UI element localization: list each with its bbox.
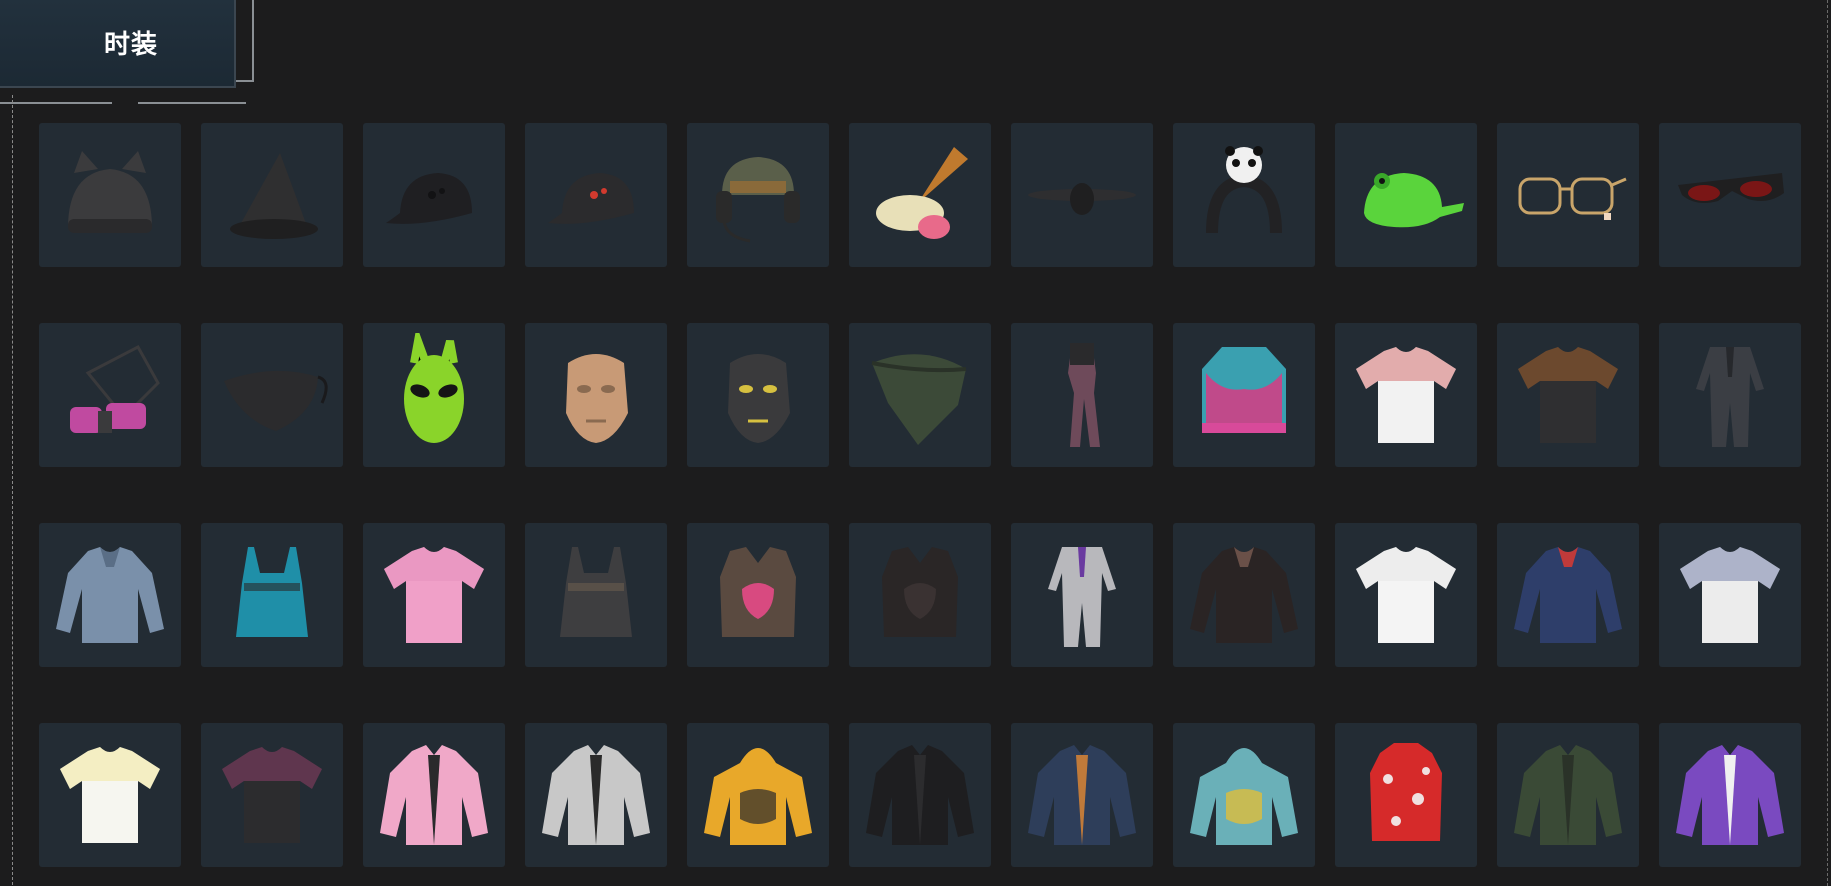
crash-test-mask-icon bbox=[728, 354, 790, 443]
title-side-line bbox=[252, 0, 254, 80]
item-tile[interactable] bbox=[1011, 123, 1153, 267]
item-tile[interactable] bbox=[849, 123, 991, 267]
black-tactical-vest-icon bbox=[882, 547, 958, 637]
item-tile[interactable] bbox=[1335, 523, 1477, 667]
title-tab[interactable]: 时装 bbox=[0, 0, 236, 88]
red-white-polo-icon bbox=[1356, 347, 1456, 443]
right-dashed-guide bbox=[1827, 0, 1828, 886]
panda-headband-icon bbox=[1206, 146, 1282, 234]
green-alien-mask-icon bbox=[404, 333, 464, 443]
black-baseball-cap-icon bbox=[548, 173, 634, 224]
item-tile[interactable] bbox=[1497, 523, 1639, 667]
item-tile[interactable] bbox=[1011, 323, 1153, 467]
item-tile[interactable] bbox=[363, 723, 505, 867]
gold-glasses-icon bbox=[1518, 177, 1627, 220]
item-tile[interactable] bbox=[1497, 723, 1639, 867]
item-grid bbox=[39, 123, 1801, 867]
cat-ear-beanie-icon bbox=[68, 151, 152, 233]
sunshine-tee-icon bbox=[1680, 547, 1780, 643]
item-tile[interactable] bbox=[1173, 323, 1315, 467]
item-tile[interactable] bbox=[201, 523, 343, 667]
item-tile[interactable] bbox=[687, 523, 829, 667]
denim-shirt-icon bbox=[56, 547, 164, 643]
yellow-hoodie-icon bbox=[704, 748, 812, 845]
navy-sweater-icon bbox=[1514, 547, 1622, 643]
item-tile[interactable] bbox=[525, 323, 667, 467]
ice-cream-cone-hat-icon bbox=[876, 147, 968, 239]
green-frog-cap-icon bbox=[1364, 173, 1464, 228]
item-tile[interactable] bbox=[687, 123, 829, 267]
item-tile[interactable] bbox=[1011, 523, 1153, 667]
yellow-raglan-tee-icon bbox=[60, 747, 160, 843]
item-tile[interactable] bbox=[849, 723, 991, 867]
fashion-page: 时装 bbox=[0, 0, 1831, 886]
item-tile[interactable] bbox=[363, 523, 505, 667]
item-tile[interactable] bbox=[1497, 323, 1639, 467]
item-tile[interactable] bbox=[201, 323, 343, 467]
title-side-tick bbox=[236, 80, 254, 82]
black-crop-tee-icon bbox=[222, 747, 322, 843]
item-tile[interactable] bbox=[849, 323, 991, 467]
patterned-suit-icon bbox=[1048, 547, 1116, 647]
dark-graphic-tee-icon bbox=[1518, 347, 1618, 443]
human-face-mask-icon bbox=[566, 354, 628, 443]
red-floral-vest-icon bbox=[1370, 743, 1442, 841]
bodysuit-icon bbox=[1068, 343, 1100, 447]
dark-propeller-hat-icon bbox=[1028, 183, 1136, 215]
denim-jacket-icon bbox=[1028, 745, 1136, 845]
item-tile[interactable] bbox=[1173, 123, 1315, 267]
item-tile[interactable] bbox=[687, 323, 829, 467]
heart-armor-vest-icon bbox=[720, 547, 796, 637]
item-tile[interactable] bbox=[39, 523, 181, 667]
green-bomber-jacket-icon bbox=[1514, 745, 1622, 845]
item-tile[interactable] bbox=[1173, 723, 1315, 867]
item-tile[interactable] bbox=[1335, 123, 1477, 267]
title-underline bbox=[0, 102, 112, 104]
purple-colorblock-jacket-icon bbox=[1676, 745, 1784, 845]
item-tile[interactable] bbox=[525, 523, 667, 667]
item-tile[interactable] bbox=[39, 723, 181, 867]
item-tile[interactable] bbox=[1335, 723, 1477, 867]
item-tile[interactable] bbox=[1173, 523, 1315, 667]
item-tile[interactable] bbox=[525, 123, 667, 267]
item-tile[interactable] bbox=[39, 123, 181, 267]
left-dashed-guide bbox=[12, 95, 13, 885]
item-tile[interactable] bbox=[201, 723, 343, 867]
item-tile[interactable] bbox=[1335, 323, 1477, 467]
item-tile[interactable] bbox=[201, 123, 343, 267]
title-underline-right bbox=[138, 102, 246, 104]
page-title: 时装 bbox=[103, 30, 158, 60]
black-jacket-icon bbox=[866, 745, 974, 845]
gas-mask-icon bbox=[70, 344, 160, 433]
pink-tee-icon bbox=[384, 547, 484, 643]
item-tile[interactable] bbox=[1497, 123, 1639, 267]
item-tile[interactable] bbox=[1659, 323, 1801, 467]
item-tile[interactable] bbox=[687, 723, 829, 867]
blue-lace-cami-icon bbox=[236, 547, 308, 637]
headset-helmet-icon bbox=[716, 157, 800, 243]
item-tile[interactable] bbox=[849, 523, 991, 667]
teal-duck-hoodie-icon bbox=[1190, 748, 1298, 845]
item-tile[interactable] bbox=[1659, 723, 1801, 867]
item-tile[interactable] bbox=[1011, 723, 1153, 867]
item-tile[interactable] bbox=[1659, 123, 1801, 267]
silver-bomber-jacket-icon bbox=[542, 745, 650, 845]
item-tile[interactable] bbox=[525, 723, 667, 867]
witch-hat-icon bbox=[230, 153, 318, 239]
graffiti-sports-bra-icon bbox=[1202, 347, 1286, 433]
leather-jumpsuit-icon bbox=[1696, 347, 1764, 447]
black-bucket-cap-icon bbox=[386, 173, 472, 224]
white-crop-tee-icon bbox=[1356, 547, 1456, 643]
camo-bandana-icon bbox=[871, 354, 967, 445]
red-sunglasses-icon bbox=[1678, 173, 1784, 203]
mesh-crop-top-icon bbox=[1190, 547, 1298, 643]
tactical-crop-top-icon bbox=[560, 547, 632, 637]
item-tile[interactable] bbox=[363, 123, 505, 267]
pink-crop-jacket-icon bbox=[380, 745, 488, 845]
black-face-mask-icon bbox=[224, 370, 328, 431]
item-tile[interactable] bbox=[39, 323, 181, 467]
item-tile[interactable] bbox=[1659, 523, 1801, 667]
item-tile[interactable] bbox=[363, 323, 505, 467]
